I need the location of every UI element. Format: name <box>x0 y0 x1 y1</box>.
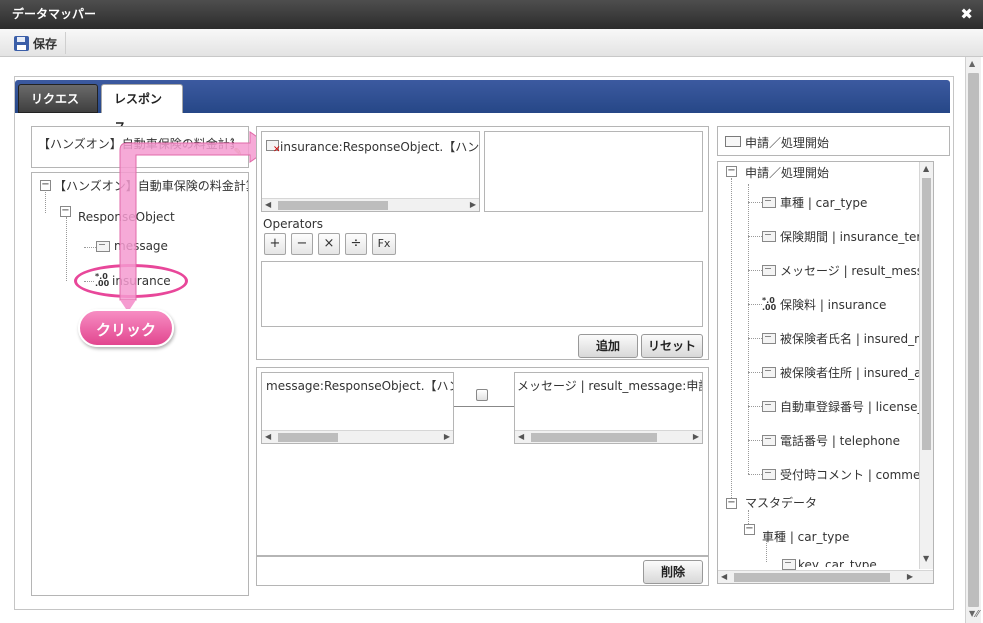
right-header-label: 申請／処理開始 <box>745 136 830 150</box>
right-tree-master-grandchild[interactable]: key_car_type <box>798 558 877 567</box>
right-tree-item[interactable]: 被保険者住所 | insured_address <box>780 364 933 381</box>
number-field-icon: *.0.00 <box>762 296 777 312</box>
operator-divide-button[interactable]: ÷ <box>345 233 367 255</box>
operators-label: Operators <box>263 217 323 231</box>
resize-grip-icon[interactable]: ⁄⁄ <box>976 609 979 620</box>
mapping-source-text: message:ResponseObject.【ハンズ <box>266 379 454 393</box>
field-icon <box>762 367 776 378</box>
right-tree-item[interactable]: 受付時コメント | comment <box>780 466 933 483</box>
click-callout: クリック <box>78 309 174 347</box>
h-scrollbar[interactable]: ◀ ▶ <box>718 570 933 583</box>
mapping-target-text: メッセージ | result_message:申請／ <box>517 379 703 393</box>
operator-minus-button[interactable]: − <box>291 233 313 255</box>
right-tree-root[interactable]: 申請／処理開始 <box>745 164 829 181</box>
callout-arrow-shape <box>119 131 273 301</box>
right-tree-panel: − 申請／処理開始 車種 | car_type 保険期間 | insurance… <box>717 161 934 584</box>
operator-fx-button[interactable]: Fx <box>372 233 396 255</box>
scroll-thumb[interactable] <box>278 201 388 210</box>
mapping-checkbox[interactable] <box>476 389 488 401</box>
scroll-right-icon[interactable]: ▶ <box>470 199 476 211</box>
right-v-scrollbar[interactable]: ▲ ▼ <box>919 162 933 569</box>
right-tree-item[interactable]: 自動車登録番号 | license_number <box>780 398 933 415</box>
right-tree-master[interactable]: マスタデータ <box>745 494 817 511</box>
scroll-thumb[interactable] <box>922 178 931 450</box>
right-tree-item[interactable]: 保険料 | insurance <box>780 296 886 313</box>
scroll-down-icon[interactable]: ▼ <box>923 554 929 563</box>
scroll-right-icon[interactable]: ▶ <box>907 571 913 583</box>
right-header[interactable]: 申請／処理開始 <box>717 126 950 156</box>
field-icon <box>762 435 776 446</box>
field-icon <box>782 559 796 570</box>
collapse-icon[interactable]: − <box>726 166 737 177</box>
operator-plus-button[interactable]: + <box>264 233 286 255</box>
field-icon <box>762 469 776 480</box>
field-icon <box>762 333 776 344</box>
right-tree-item[interactable]: 被保険者氏名 | insured_name <box>780 330 933 347</box>
h-scrollbar[interactable]: ◀ ▶ <box>262 198 479 211</box>
scroll-up-icon[interactable]: ▲ <box>923 164 929 173</box>
scroll-left-icon[interactable]: ◀ <box>518 431 524 443</box>
expression-target-box[interactable] <box>484 131 703 212</box>
expression-source-text: insurance:ResponseObject.【ハンズオ <box>280 140 480 154</box>
h-scrollbar[interactable]: ◀ ▶ <box>515 430 702 443</box>
field-icon <box>762 231 776 242</box>
reset-button[interactable]: リセット <box>641 334 703 358</box>
expression-source-box[interactable]: ✕ insurance:ResponseObject.【ハンズオ ◀ ▶ <box>261 131 480 212</box>
scroll-left-icon[interactable]: ◀ <box>265 431 271 443</box>
field-icon <box>762 265 776 276</box>
operator-multiply-button[interactable]: × <box>318 233 340 255</box>
mapping-source-box[interactable]: message:ResponseObject.【ハンズ ◀ ▶ <box>261 372 454 444</box>
scroll-right-icon[interactable]: ▶ <box>693 431 699 443</box>
add-button[interactable]: 追加 <box>578 334 638 358</box>
h-scrollbar[interactable]: ◀ ▶ <box>262 430 453 443</box>
scroll-left-icon[interactable]: ◀ <box>265 199 271 211</box>
right-tree-item[interactable]: メッセージ | result_message <box>780 262 933 279</box>
mapping-target-box[interactable]: メッセージ | result_message:申請／ ◀ ▶ <box>514 372 703 444</box>
expression-editor[interactable] <box>261 261 703 327</box>
right-tree-item[interactable]: 保険期間 | insurance_term <box>780 228 933 245</box>
scroll-right-icon[interactable]: ▶ <box>444 431 450 443</box>
mapping-footer <box>256 556 709 586</box>
scroll-left-icon[interactable]: ◀ <box>721 571 727 583</box>
scroll-thumb[interactable] <box>278 433 338 442</box>
delete-button[interactable]: 削除 <box>643 560 703 584</box>
field-icon <box>762 197 776 208</box>
collapse-icon[interactable]: − <box>726 498 737 509</box>
scroll-thumb[interactable] <box>734 573 890 582</box>
mapping-connector-line <box>454 406 514 407</box>
field-icon <box>762 401 776 412</box>
right-tree-item[interactable]: 車種 | car_type <box>780 194 867 211</box>
collapse-icon[interactable]: − <box>744 524 755 535</box>
right-tree-master-child[interactable]: 車種 | car_type <box>762 528 849 545</box>
right-tree-item[interactable]: 電話番号 | telephone <box>780 432 900 449</box>
scroll-thumb[interactable] <box>531 433 657 442</box>
list-icon <box>725 136 741 147</box>
